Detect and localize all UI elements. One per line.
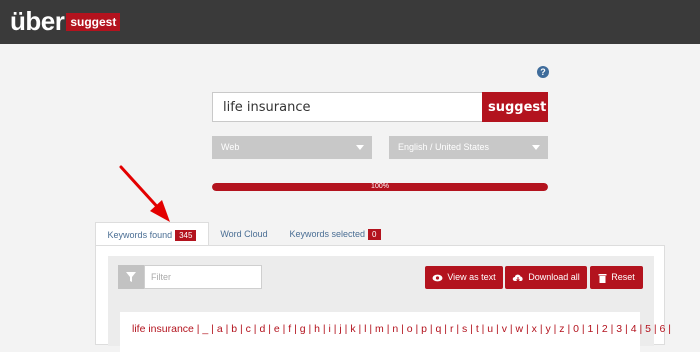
view-as-text-button[interactable]: View as text [425,266,503,289]
keyword-count-badge: 345 [175,230,197,241]
language-select[interactable]: English / United States [389,136,548,159]
chevron-down-icon [356,145,364,150]
logo-tag: suggest [66,13,121,31]
view-as-text-label: View as text [447,272,496,282]
reset-button[interactable]: Reset [590,266,643,289]
trash-icon [598,273,607,283]
reset-label: Reset [611,272,635,282]
logo-text: über [10,6,65,36]
alphabet-filter-links[interactable]: life insurance | _ | a | b | c | d | e |… [132,323,671,335]
tab-keywords-selected[interactable]: Keywords selected 0 [285,222,385,246]
tab-label: Keywords found [107,230,173,240]
source-select[interactable]: Web [212,136,372,159]
keyword-input[interactable] [212,92,482,122]
download-all-button[interactable]: Download all [505,266,587,289]
filter-input[interactable]: Filter [144,265,262,289]
eye-icon [432,274,443,281]
ubersuggest-logo[interactable]: über suggest [10,6,121,36]
search-bar: suggest [212,92,548,122]
tab-label: Keywords selected [289,229,366,239]
filter-funnel-icon[interactable] [118,265,144,289]
top-bar: über suggest [0,0,700,44]
chevron-down-icon [532,145,540,150]
tab-keywords-found[interactable]: Keywords found 345 [95,222,209,246]
progress-label: 100% [371,183,389,190]
filter-box: Filter [118,265,262,289]
suggest-button[interactable]: suggest [482,92,548,122]
tab-word-cloud[interactable]: Word Cloud [211,222,277,246]
source-select-value: Web [221,142,240,152]
download-all-label: Download all [528,272,580,282]
language-select-value: English / United States [398,142,490,152]
progress-bar: 100% [212,183,548,191]
help-icon[interactable]: ? [537,66,549,78]
cloud-download-icon [512,274,523,282]
selected-count-badge: 0 [368,229,381,240]
tab-label: Word Cloud [220,229,268,239]
